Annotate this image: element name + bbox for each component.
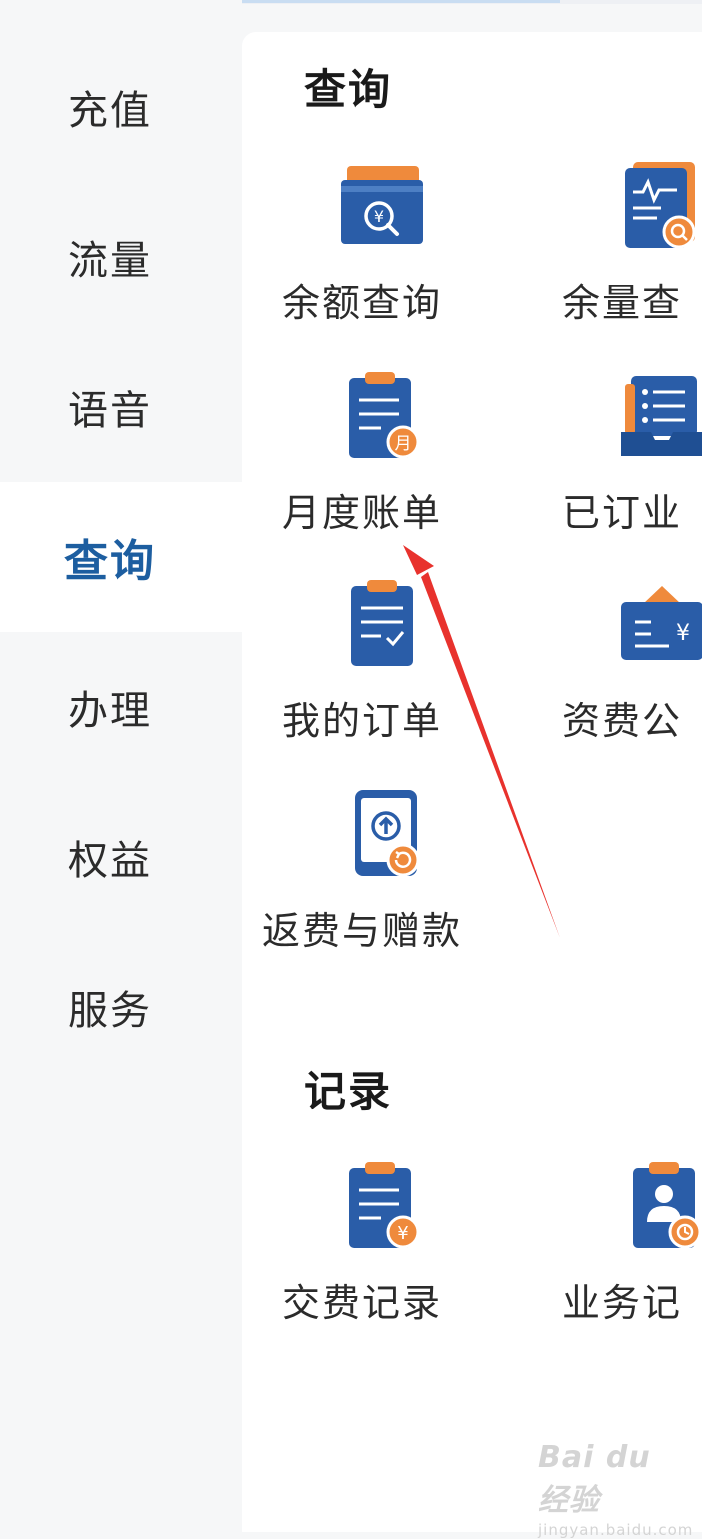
svg-text:¥: ¥ — [397, 1223, 408, 1244]
tile-subscribed-services[interactable]: 已订业 — [562, 370, 702, 560]
sidebar-item-query[interactable]: 查询 — [0, 482, 242, 632]
tile-label: 我的订单 — [282, 699, 443, 743]
section-title-query: 查询 — [304, 65, 393, 114]
sidebar-item-label: 语音 — [68, 388, 152, 434]
payment-record-icon: ¥ — [349, 1162, 420, 1249]
tile-label: 余额查询 — [282, 281, 443, 325]
sidebar-item-handle[interactable]: 办理 — [0, 632, 242, 782]
tile-label: 业务记 — [562, 1281, 683, 1325]
svg-text:¥: ¥ — [374, 207, 384, 226]
refund-bonus-icon — [355, 790, 420, 877]
sidebar-item-label: 办理 — [68, 688, 152, 734]
monthly-bill-icon: 月 — [349, 372, 420, 459]
tile-label: 资费公 — [562, 699, 683, 743]
sidebar-item-label: 权益 — [68, 838, 152, 884]
sidebar-item-label: 服务 — [68, 988, 152, 1034]
my-orders-icon — [351, 580, 413, 666]
svg-text:¥: ¥ — [676, 621, 690, 646]
business-record-icon — [633, 1162, 702, 1249]
tile-balance-query[interactable]: ¥ 余额查询 — [282, 160, 482, 350]
tariff-notice-icon: ¥ — [621, 586, 702, 660]
sidebar-item-service[interactable]: 服务 — [0, 932, 242, 1082]
tile-label: 交费记录 — [282, 1281, 443, 1325]
tile-payment-record[interactable]: ¥ 交费记录 — [282, 1160, 482, 1350]
section-title-records: 记录 — [304, 1067, 393, 1116]
tile-business-record[interactable]: 业务记 — [562, 1160, 702, 1350]
sidebar-item-recharge[interactable]: 充值 — [0, 32, 242, 182]
tile-refund-bonus[interactable]: 返费与赠款 — [262, 788, 482, 978]
balance-query-icon: ¥ — [341, 166, 423, 244]
sidebar-item-label: 充值 — [68, 88, 152, 134]
sidebar-item-label: 查询 — [64, 536, 156, 587]
sidebar-item-data[interactable]: 流量 — [0, 182, 242, 332]
tile-label: 已订业 — [562, 491, 683, 535]
tile-usage-query[interactable]: 余量查 — [562, 160, 702, 350]
tile-my-orders[interactable]: 我的订单 — [282, 578, 482, 768]
usage-query-icon — [625, 162, 696, 249]
tile-tariff-notice[interactable]: ¥ 资费公 — [562, 578, 702, 768]
tile-label: 月度账单 — [282, 491, 443, 535]
tile-label: 返费与赠款 — [262, 909, 463, 953]
svg-text:月: 月 — [395, 434, 412, 454]
sidebar-item-voice[interactable]: 语音 — [0, 332, 242, 482]
sidebar-item-label: 流量 — [68, 238, 152, 284]
tile-label: 余量查 — [562, 281, 683, 325]
sidebar-item-benefits[interactable]: 权益 — [0, 782, 242, 932]
tile-monthly-bill[interactable]: 月 月度账单 — [282, 370, 482, 560]
category-sidebar: 充值 流量 语音 查询 办理 权益 服务 — [0, 0, 242, 1519]
subscribed-services-icon — [621, 376, 702, 456]
